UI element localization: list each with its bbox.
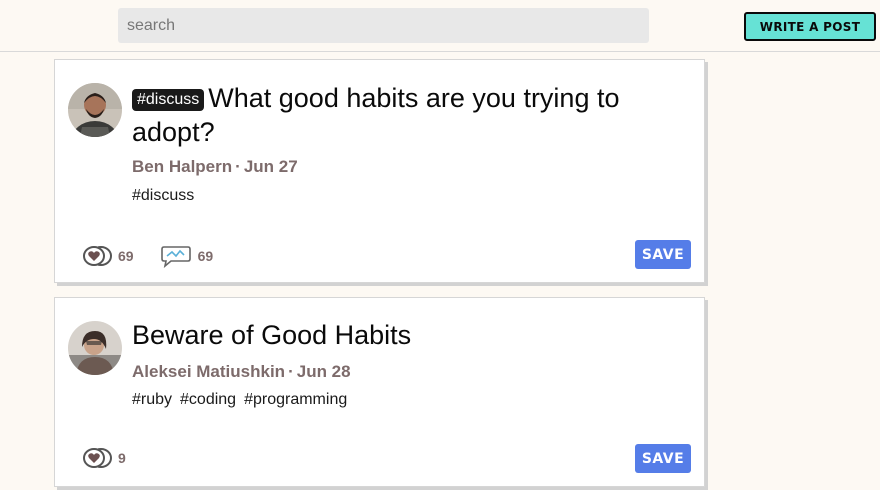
write-post-button[interactable]: WRITE A POST — [744, 12, 876, 41]
save-button[interactable]: SAVE — [635, 240, 691, 269]
post-tags: #discuss — [132, 187, 202, 205]
post-card[interactable]: #discuss What good habits are you trying … — [54, 59, 705, 283]
search-input[interactable] — [118, 8, 649, 43]
post-card[interactable]: Beware of Good Habits Aleksei Matiushkin… — [54, 297, 705, 487]
reaction-count: 69 — [118, 248, 134, 264]
post-title[interactable]: #discuss What good habits are you trying … — [132, 81, 692, 149]
post-date: Jun 28 — [296, 362, 351, 381]
reaction-count: 9 — [118, 450, 126, 466]
tag-link[interactable]: #programming — [244, 391, 347, 408]
post-meta: Aleksei Matiushkin · Jun 28 — [132, 362, 351, 382]
meta-separator: · — [235, 157, 241, 176]
comment-count: 69 — [197, 248, 214, 264]
author-avatar[interactable] — [68, 83, 122, 137]
author-name[interactable]: Aleksei Matiushkin — [132, 362, 285, 381]
tag-link[interactable]: #coding — [180, 391, 236, 408]
meta-separator: · — [288, 362, 294, 381]
tag-link[interactable]: #discuss — [132, 187, 194, 204]
heart-icon[interactable] — [82, 447, 112, 469]
author-name[interactable]: Ben Halpern — [132, 157, 232, 176]
post-meta: Ben Halpern · Jun 27 — [132, 157, 298, 177]
reaction-bar: 69 69 — [82, 244, 213, 268]
post-title[interactable]: Beware of Good Habits — [132, 318, 692, 352]
heart-icon[interactable] — [82, 245, 112, 267]
author-avatar[interactable] — [68, 321, 122, 375]
post-title-text[interactable]: What good habits are you trying to adopt… — [132, 83, 620, 147]
reaction-bar: 9 — [82, 447, 126, 469]
comment-icon — [160, 244, 192, 268]
save-button[interactable]: SAVE — [635, 444, 691, 473]
comments-link[interactable]: 69 — [160, 244, 214, 268]
post-date: Jun 27 — [243, 157, 298, 176]
tag-pill[interactable]: #discuss — [132, 89, 205, 111]
top-bar: WRITE A POST — [0, 0, 880, 52]
tag-link[interactable]: #ruby — [132, 391, 172, 408]
post-tags: #ruby #coding #programming — [132, 391, 355, 409]
